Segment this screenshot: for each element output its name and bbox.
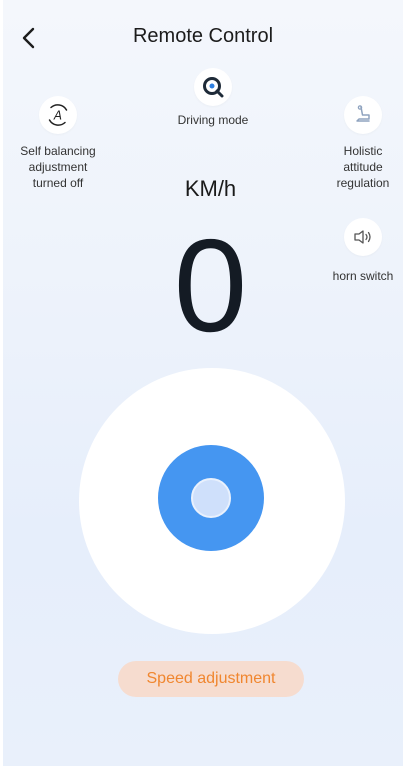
holistic-icon-wrap — [344, 96, 382, 134]
horn-label: horn switch — [332, 269, 394, 283]
driving-mode-button[interactable]: Driving mode — [168, 68, 258, 128]
holistic-attitude-button[interactable]: Holistic attitude regulation — [323, 96, 403, 191]
driving-mode-label: Driving mode — [177, 113, 249, 127]
self-balancing-label: Self balancing adjustment turned off — [20, 144, 96, 190]
self-balancing-button[interactable]: A Self balancing adjustment turned off — [15, 96, 101, 191]
speed-adjustment-button[interactable]: Speed adjustment — [118, 661, 304, 697]
holistic-label: Holistic attitude regulation — [336, 144, 390, 190]
horn-switch-button[interactable]: horn switch — [323, 218, 403, 284]
auto-a-icon: A — [48, 104, 68, 126]
horn-icon-wrap — [344, 218, 382, 256]
speed-unit: KM/h — [184, 176, 237, 201]
speed-value: 0 — [173, 212, 248, 359]
self-balancing-icon-wrap: A — [39, 96, 77, 134]
speaker-icon — [354, 230, 371, 244]
driving-mode-icon-wrap — [194, 68, 232, 106]
remote-control-screen: Remote Control Driving mode A Self balan… — [3, 0, 403, 766]
header: Remote Control — [3, 0, 403, 70]
page-title: Remote Control — [132, 25, 274, 47]
driving-mode-icon — [203, 77, 224, 98]
svg-text:A: A — [53, 109, 62, 123]
seat-icon — [356, 105, 370, 122]
joystick-knob[interactable] — [191, 478, 231, 518]
